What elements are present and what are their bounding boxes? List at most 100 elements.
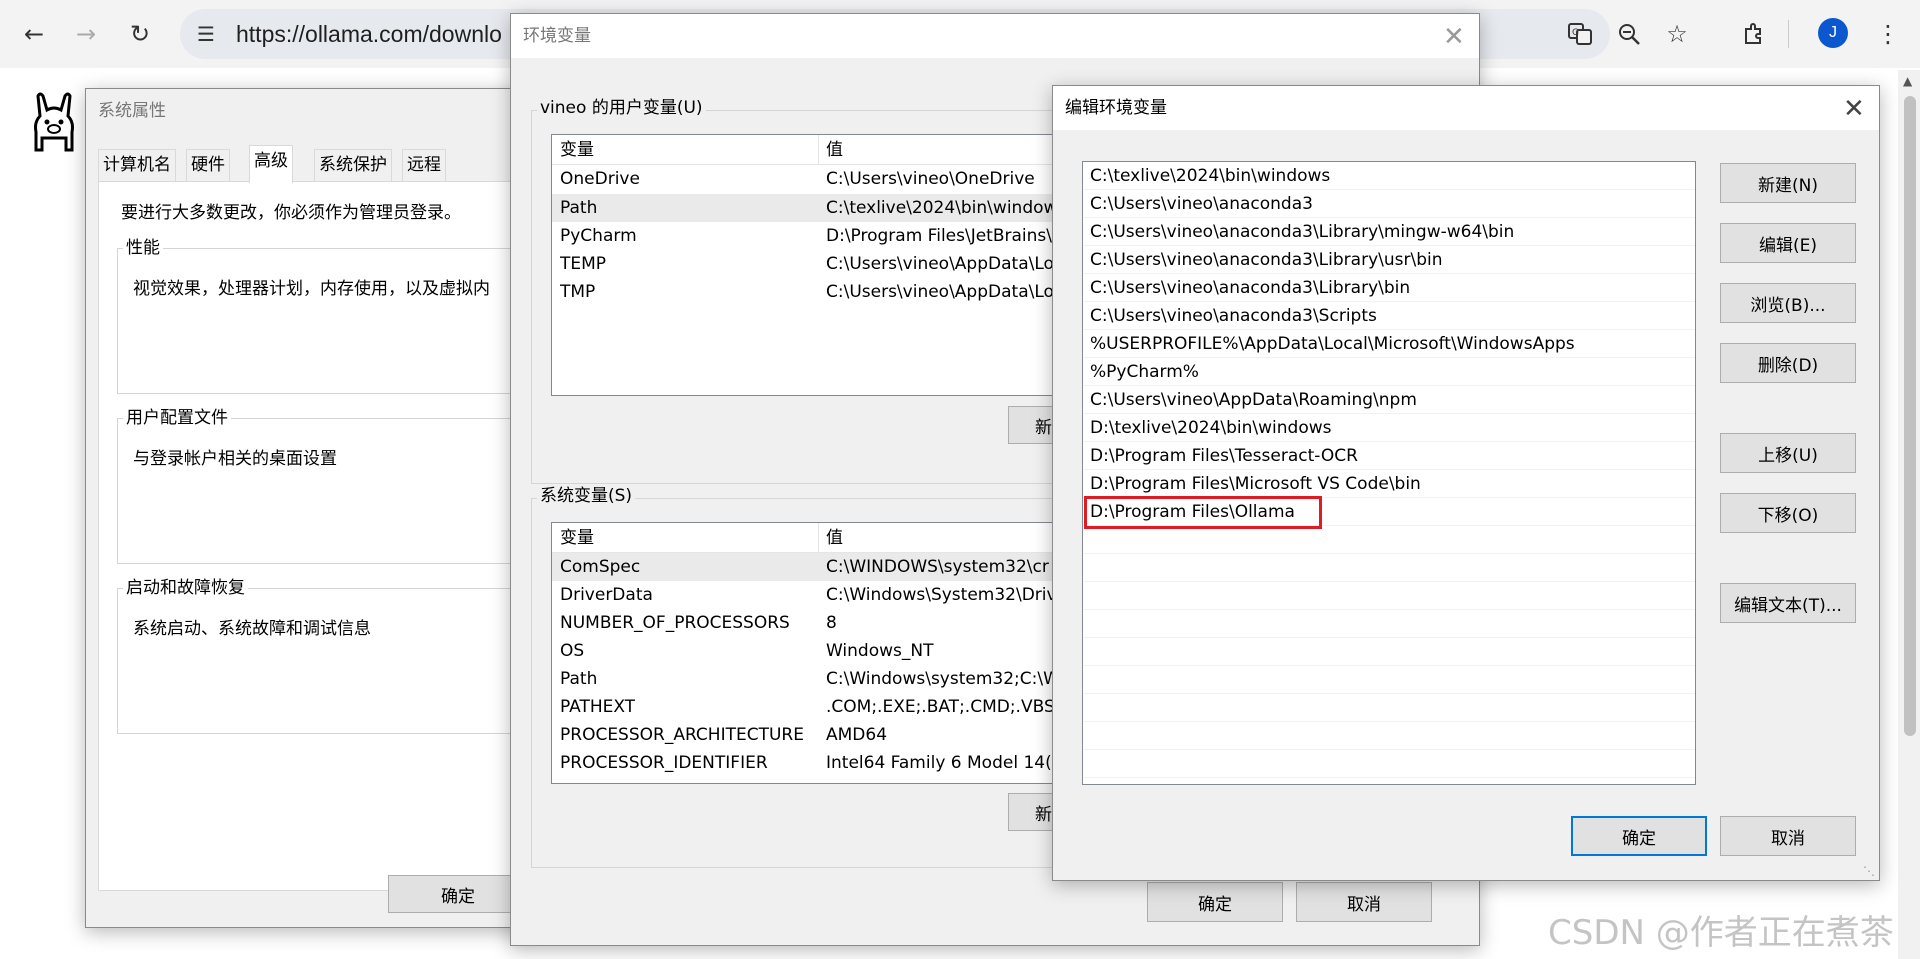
ok-button[interactable]: 确定 — [1147, 882, 1283, 922]
url-text[interactable]: https://ollama.com/downlo — [236, 12, 502, 56]
list-item[interactable]: %PyCharm% — [1083, 358, 1695, 386]
list-item-name[interactable]: PROCESSOR_ARCHITECTURE — [560, 721, 804, 749]
list-item-value[interactable]: Windows_NT — [826, 637, 934, 665]
more-icon[interactable]: ⋮ — [1868, 14, 1908, 54]
user-variables-label: vineo 的用户变量(U) — [537, 97, 706, 119]
resize-grip-icon[interactable]: ⋱ — [1863, 864, 1875, 878]
list-item-name[interactable]: PROCESSOR_IDENTIFIER — [560, 749, 768, 777]
list-item-name[interactable]: TEMP — [560, 250, 606, 278]
list-item-value[interactable]: C:\WINDOWS\system32\cr — [826, 553, 1049, 581]
list-item-value[interactable]: C:\Windows\System32\Driv — [826, 581, 1057, 609]
list-item-value[interactable]: C:\texlive\2024\bin\windows — [826, 194, 1066, 222]
scroll-up-arrow-icon[interactable]: ▲ — [1903, 74, 1912, 88]
list-item-value[interactable]: 8 — [826, 609, 837, 637]
edit-text-button[interactable]: 编辑文本(T)... — [1720, 583, 1856, 623]
ok-button[interactable]: 确定 — [1571, 816, 1707, 856]
close-icon[interactable]: ✕ — [1843, 96, 1865, 122]
move-down-button[interactable]: 下移(O) — [1720, 493, 1856, 533]
forward-arrow-icon[interactable]: → — [66, 14, 106, 54]
list-item[interactable]: D:\Program Files\Tesseract-OCR — [1083, 442, 1695, 470]
edit-button[interactable]: 编辑(E) — [1720, 223, 1856, 263]
list-item-value[interactable]: C:\Users\vineo\AppData\Lo — [826, 278, 1054, 306]
list-item[interactable]: C:\Users\vineo\anaconda3\Library\bin — [1083, 274, 1695, 302]
tab-advanced[interactable]: 高级 — [249, 145, 293, 183]
list-item-name[interactable]: OneDrive — [560, 165, 640, 193]
reload-icon[interactable]: ↻ — [120, 14, 160, 54]
list-item-value[interactable]: .COM;.EXE;.BAT;.CMD;.VBS; — [826, 693, 1060, 721]
window-title: 系统属性 — [98, 101, 166, 121]
list-item-value[interactable]: D:\Program Files\JetBrains\ — [826, 222, 1052, 250]
list-item-name[interactable]: Path — [560, 665, 597, 693]
list-item-name[interactable]: OS — [560, 637, 584, 665]
ok-button[interactable]: 确定 — [388, 875, 528, 913]
path-list[interactable]: C:\texlive\2024\bin\windows C:\Users\vin… — [1082, 161, 1696, 785]
list-item[interactable]: C:\Users\vineo\anaconda3\Scripts — [1083, 302, 1695, 330]
close-icon[interactable]: ✕ — [1443, 24, 1465, 50]
translate-icon[interactable]: G — [1560, 14, 1600, 54]
column-header-value[interactable]: 值 — [826, 136, 843, 164]
cancel-button[interactable]: 取消 — [1720, 816, 1856, 856]
window-title: 环境变量 — [523, 26, 591, 46]
empty-row[interactable] — [1083, 694, 1695, 722]
admin-note: 要进行大多数更改，你必须作为管理员登录。 — [121, 203, 461, 223]
tab-hardware[interactable]: 硬件 — [186, 149, 230, 181]
ollama-logo[interactable] — [26, 90, 82, 152]
delete-button[interactable]: 删除(D) — [1720, 343, 1856, 383]
list-item-value[interactable]: C:\Users\vineo\OneDrive — [826, 165, 1035, 193]
system-variables-label: 系统变量(S) — [537, 485, 636, 507]
startup-recovery-label: 启动和故障恢复 — [123, 577, 248, 599]
column-header-variable[interactable]: 变量 — [560, 136, 594, 164]
list-item[interactable]: C:\texlive\2024\bin\windows — [1083, 162, 1695, 190]
list-item-name[interactable]: DriverData — [560, 581, 653, 609]
list-item-value[interactable]: C:\Windows\system32;C:\W — [826, 665, 1060, 693]
back-arrow-icon[interactable]: ← — [14, 14, 54, 54]
empty-row[interactable] — [1083, 638, 1695, 666]
star-icon[interactable]: ☆ — [1657, 14, 1697, 54]
list-item-value[interactable]: Intel64 Family 6 Model 14( — [826, 749, 1052, 777]
highlight-box — [1084, 496, 1322, 529]
list-item-value[interactable]: C:\Users\vineo\AppData\Lo — [826, 250, 1054, 278]
list-item[interactable]: D:\Program Files\Microsoft VS Code\bin — [1083, 470, 1695, 498]
column-header-value[interactable]: 值 — [826, 524, 843, 552]
scrollbar-thumb[interactable] — [1904, 96, 1916, 736]
empty-row[interactable] — [1083, 750, 1695, 778]
new-button[interactable]: 新建(N) — [1720, 163, 1856, 203]
window-title: 编辑环境变量 — [1065, 98, 1167, 118]
column-header-variable[interactable]: 变量 — [560, 524, 594, 552]
list-item-name[interactable]: PyCharm — [560, 222, 637, 250]
profile-avatar[interactable]: J — [1818, 18, 1848, 48]
list-item[interactable]: %USERPROFILE%\AppData\Local\Microsoft\Wi… — [1083, 330, 1695, 358]
tab-remote[interactable]: 远程 — [402, 149, 446, 181]
tab-computer-name[interactable]: 计算机名 — [98, 149, 176, 181]
zoom-icon[interactable] — [1609, 14, 1649, 54]
list-item-name[interactable]: NUMBER_OF_PROCESSORS — [560, 609, 790, 637]
extensions-icon[interactable] — [1734, 14, 1774, 54]
tab-system-protection[interactable]: 系统保护 — [314, 149, 392, 181]
list-item-value[interactable]: AMD64 — [826, 721, 887, 749]
empty-row[interactable] — [1083, 722, 1695, 750]
list-item[interactable]: C:\Users\vineo\anaconda3\Library\mingw-w… — [1083, 218, 1695, 246]
list-item[interactable]: C:\Users\vineo\anaconda3\Library\usr\bin — [1083, 246, 1695, 274]
move-up-button[interactable]: 上移(U) — [1720, 433, 1856, 473]
list-item-name[interactable]: PATHEXT — [560, 693, 635, 721]
empty-row[interactable] — [1083, 526, 1695, 554]
cancel-button[interactable]: 取消 — [1296, 882, 1432, 922]
list-item-name[interactable]: ComSpec — [560, 553, 640, 581]
list-item-name[interactable]: Path — [560, 194, 597, 222]
column-divider — [818, 523, 819, 553]
tab-panel-advanced: 要进行大多数更改，你必须作为管理员登录。 性能 视觉效果，处理器计划，内存使用，… — [98, 181, 537, 891]
empty-row[interactable] — [1083, 582, 1695, 610]
list-item-name[interactable]: TMP — [560, 278, 595, 306]
performance-desc: 视觉效果，处理器计划，内存使用，以及虚拟内 — [133, 279, 490, 299]
list-item[interactable]: C:\Users\vineo\AppData\Roaming\npm — [1083, 386, 1695, 414]
site-info-icon[interactable]: ☰ — [186, 14, 226, 54]
browse-button[interactable]: 浏览(B)... — [1720, 283, 1856, 323]
empty-row[interactable] — [1083, 610, 1695, 638]
performance-label: 性能 — [123, 237, 163, 259]
svg-text:G: G — [1572, 28, 1579, 38]
empty-row[interactable] — [1083, 554, 1695, 582]
list-item[interactable]: C:\Users\vineo\anaconda3 — [1083, 190, 1695, 218]
performance-group — [117, 248, 537, 394]
empty-row[interactable] — [1083, 666, 1695, 694]
list-item[interactable]: D:\texlive\2024\bin\windows — [1083, 414, 1695, 442]
